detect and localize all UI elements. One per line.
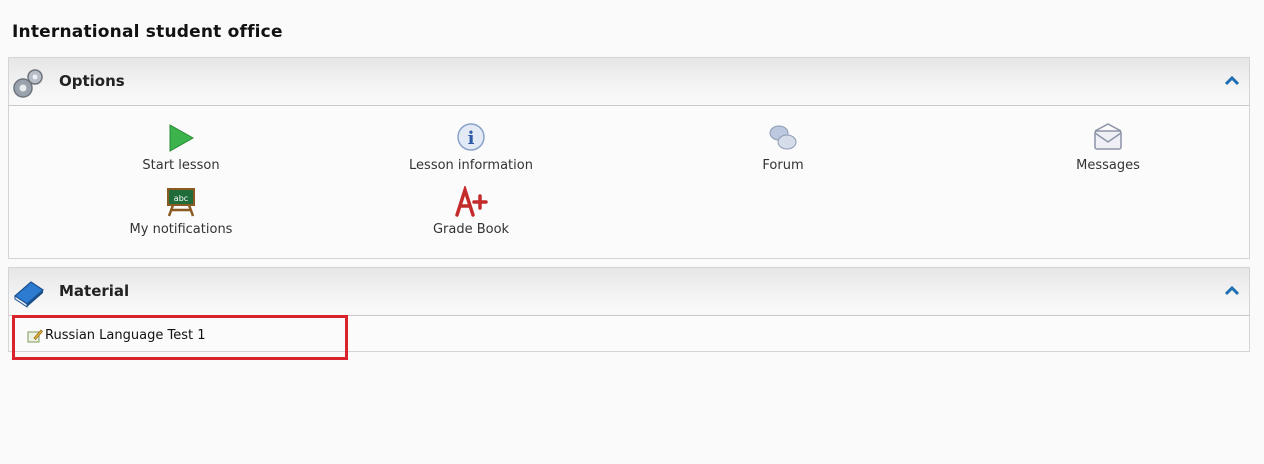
material-item-label: Russian Language Test 1	[45, 328, 206, 343]
blackboard-icon: abc	[167, 188, 195, 217]
lesson-information-button[interactable]: i Lesson information	[371, 122, 571, 173]
chevron-up-icon[interactable]	[1225, 286, 1239, 296]
gears-icon	[13, 69, 43, 98]
my-notifications-button[interactable]: abc My notifications	[81, 186, 281, 237]
material-title: Material	[59, 282, 130, 300]
start-lesson-button[interactable]: Start lesson	[81, 122, 281, 173]
grade-book-label: Grade Book	[432, 222, 510, 237]
messages-label: Messages	[1076, 158, 1140, 173]
grade-book-button[interactable]: Grade Book	[371, 186, 571, 237]
book-icon	[14, 281, 44, 308]
svg-text:i: i	[468, 128, 475, 149]
material-panel: Material Russian Language Test 1	[8, 267, 1250, 352]
svg-text:abc: abc	[174, 194, 188, 203]
material-item-russian-language-test-1[interactable]: Russian Language Test 1	[27, 328, 205, 343]
start-lesson-label: Start lesson	[142, 158, 220, 173]
options-panel-header[interactable]: Options	[9, 58, 1249, 106]
options-panel: Options Start lesson i Lesson informatio…	[8, 57, 1250, 259]
grade-a-plus-icon	[455, 186, 488, 217]
page-title: International student office	[12, 22, 283, 42]
material-panel-header[interactable]: Material	[9, 268, 1249, 316]
play-icon	[169, 124, 195, 152]
lesson-information-label: Lesson information	[409, 158, 533, 173]
options-title: Options	[59, 72, 125, 90]
info-icon: i	[457, 123, 485, 151]
forum-label: Forum	[762, 158, 804, 173]
forum-button[interactable]: Forum	[683, 122, 883, 173]
my-notifications-label: My notifications	[129, 222, 233, 237]
forum-icon	[769, 125, 797, 150]
envelope-icon	[1094, 123, 1122, 150]
quiz-edit-icon	[27, 328, 43, 342]
chevron-up-icon[interactable]	[1225, 76, 1239, 86]
messages-button[interactable]: Messages	[1008, 122, 1208, 173]
